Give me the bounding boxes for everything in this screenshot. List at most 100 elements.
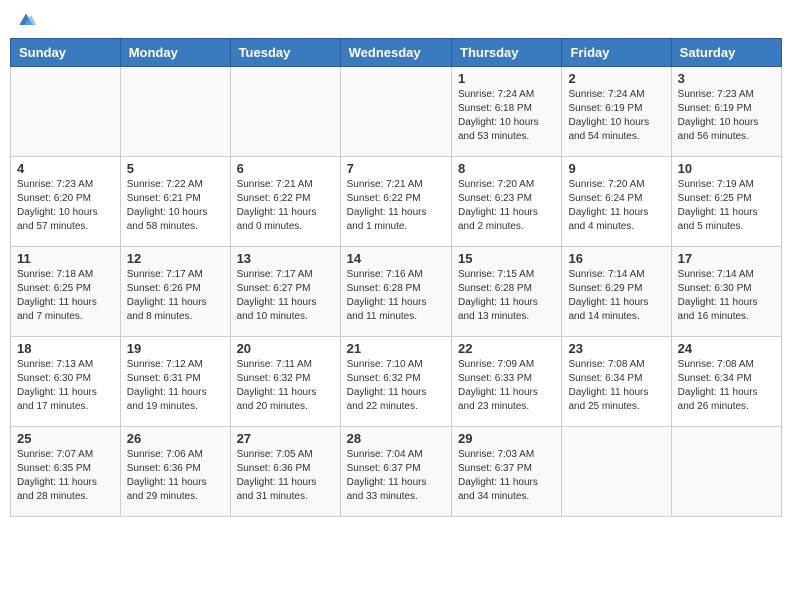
day-number: 21 — [347, 341, 445, 356]
day-number: 27 — [237, 431, 334, 446]
day-number: 2 — [568, 71, 664, 86]
day-info: Sunrise: 7:07 AM Sunset: 6:35 PM Dayligh… — [17, 448, 114, 504]
page-header — [10, 10, 782, 30]
day-info: Sunrise: 7:19 AM Sunset: 6:25 PM Dayligh… — [678, 178, 775, 234]
calendar-cell: 11 Sunrise: 7:18 AM Sunset: 6:25 PM Dayli… — [11, 247, 121, 337]
day-info: Sunrise: 7:23 AM Sunset: 6:19 PM Dayligh… — [678, 88, 775, 144]
day-number: 9 — [568, 161, 664, 176]
calendar-cell: 1 Sunrise: 7:24 AM Sunset: 6:18 PM Daylig… — [452, 67, 562, 157]
calendar-cell — [120, 67, 230, 157]
day-number: 14 — [347, 251, 445, 266]
day-info: Sunrise: 7:12 AM Sunset: 6:31 PM Dayligh… — [127, 358, 224, 414]
calendar-cell: 18 Sunrise: 7:13 AM Sunset: 6:30 PM Dayli… — [11, 337, 121, 427]
calendar-cell: 26 Sunrise: 7:06 AM Sunset: 6:36 PM Dayli… — [120, 427, 230, 517]
weekday-header-wednesday: Wednesday — [340, 39, 451, 67]
day-number: 25 — [17, 431, 114, 446]
day-info: Sunrise: 7:06 AM Sunset: 6:36 PM Dayligh… — [127, 448, 224, 504]
day-number: 13 — [237, 251, 334, 266]
calendar-cell: 9 Sunrise: 7:20 AM Sunset: 6:24 PM Daylig… — [562, 157, 671, 247]
day-info: Sunrise: 7:08 AM Sunset: 6:34 PM Dayligh… — [678, 358, 775, 414]
day-info: Sunrise: 7:21 AM Sunset: 6:22 PM Dayligh… — [237, 178, 334, 234]
weekday-header-thursday: Thursday — [452, 39, 562, 67]
calendar-cell: 16 Sunrise: 7:14 AM Sunset: 6:29 PM Dayli… — [562, 247, 671, 337]
calendar-cell: 7 Sunrise: 7:21 AM Sunset: 6:22 PM Daylig… — [340, 157, 451, 247]
weekday-header-saturday: Saturday — [671, 39, 781, 67]
calendar-cell — [11, 67, 121, 157]
day-info: Sunrise: 7:17 AM Sunset: 6:26 PM Dayligh… — [127, 268, 224, 324]
calendar-cell — [562, 427, 671, 517]
day-number: 12 — [127, 251, 224, 266]
day-info: Sunrise: 7:09 AM Sunset: 6:33 PM Dayligh… — [458, 358, 555, 414]
day-number: 7 — [347, 161, 445, 176]
day-info: Sunrise: 7:24 AM Sunset: 6:18 PM Dayligh… — [458, 88, 555, 144]
weekday-header-monday: Monday — [120, 39, 230, 67]
day-number: 19 — [127, 341, 224, 356]
calendar-cell — [671, 427, 781, 517]
calendar-cell — [230, 67, 340, 157]
day-number: 6 — [237, 161, 334, 176]
day-number: 22 — [458, 341, 555, 356]
calendar-cell: 20 Sunrise: 7:11 AM Sunset: 6:32 PM Dayli… — [230, 337, 340, 427]
day-info: Sunrise: 7:15 AM Sunset: 6:28 PM Dayligh… — [458, 268, 555, 324]
day-info: Sunrise: 7:16 AM Sunset: 6:28 PM Dayligh… — [347, 268, 445, 324]
logo — [14, 10, 38, 30]
day-info: Sunrise: 7:13 AM Sunset: 6:30 PM Dayligh… — [17, 358, 114, 414]
calendar-cell: 21 Sunrise: 7:10 AM Sunset: 6:32 PM Dayli… — [340, 337, 451, 427]
calendar-cell: 27 Sunrise: 7:05 AM Sunset: 6:36 PM Dayli… — [230, 427, 340, 517]
day-info: Sunrise: 7:03 AM Sunset: 6:37 PM Dayligh… — [458, 448, 555, 504]
calendar-cell: 10Sunrise: 7:19 AM Sunset: 6:25 PM Dayli… — [671, 157, 781, 247]
day-info: Sunrise: 7:08 AM Sunset: 6:34 PM Dayligh… — [568, 358, 664, 414]
day-number: 4 — [17, 161, 114, 176]
day-info: Sunrise: 7:11 AM Sunset: 6:32 PM Dayligh… — [237, 358, 334, 414]
calendar-cell: 28Sunrise: 7:04 AM Sunset: 6:37 PM Dayli… — [340, 427, 451, 517]
day-info: Sunrise: 7:21 AM Sunset: 6:22 PM Dayligh… — [347, 178, 445, 234]
calendar-cell: 22 Sunrise: 7:09 AM Sunset: 6:33 PM Dayli… — [452, 337, 562, 427]
day-info: Sunrise: 7:17 AM Sunset: 6:27 PM Dayligh… — [237, 268, 334, 324]
calendar-cell — [340, 67, 451, 157]
calendar-cell: 19 Sunrise: 7:12 AM Sunset: 6:31 PM Dayli… — [120, 337, 230, 427]
calendar-cell: 29Sunrise: 7:03 AM Sunset: 6:37 PM Dayli… — [452, 427, 562, 517]
calendar-cell: 3 Sunrise: 7:23 AM Sunset: 6:19 PM Daylig… — [671, 67, 781, 157]
calendar-cell: 5 Sunrise: 7:22 AM Sunset: 6:21 PM Daylig… — [120, 157, 230, 247]
day-number: 26 — [127, 431, 224, 446]
day-number: 17 — [678, 251, 775, 266]
logo-icon — [16, 10, 36, 30]
day-number: 3 — [678, 71, 775, 86]
day-number: 5 — [127, 161, 224, 176]
weekday-header-row: SundayMondayTuesdayWednesdayThursdayFrid… — [11, 39, 782, 67]
calendar-cell: 4 Sunrise: 7:23 AM Sunset: 6:20 PM Daylig… — [11, 157, 121, 247]
day-number: 16 — [568, 251, 664, 266]
calendar-cell: 25 Sunrise: 7:07 AM Sunset: 6:35 PM Dayli… — [11, 427, 121, 517]
calendar-cell: 8 Sunrise: 7:20 AM Sunset: 6:23 PM Daylig… — [452, 157, 562, 247]
day-number: 1 — [458, 71, 555, 86]
day-info: Sunrise: 7:10 AM Sunset: 6:32 PM Dayligh… — [347, 358, 445, 414]
day-number: 18 — [17, 341, 114, 356]
day-info: Sunrise: 7:24 AM Sunset: 6:19 PM Dayligh… — [568, 88, 664, 144]
calendar-table: SundayMondayTuesdayWednesdayThursdayFrid… — [10, 38, 782, 517]
calendar-cell: 12 Sunrise: 7:17 AM Sunset: 6:26 PM Dayli… — [120, 247, 230, 337]
calendar-week-row: 25 Sunrise: 7:07 AM Sunset: 6:35 PM Dayli… — [11, 427, 782, 517]
day-number: 8 — [458, 161, 555, 176]
day-info: Sunrise: 7:22 AM Sunset: 6:21 PM Dayligh… — [127, 178, 224, 234]
calendar-cell: 17 Sunrise: 7:14 AM Sunset: 6:30 PM Dayli… — [671, 247, 781, 337]
calendar-week-row: 18 Sunrise: 7:13 AM Sunset: 6:30 PM Dayli… — [11, 337, 782, 427]
calendar-cell: 24Sunrise: 7:08 AM Sunset: 6:34 PM Dayli… — [671, 337, 781, 427]
day-number: 20 — [237, 341, 334, 356]
day-info: Sunrise: 7:20 AM Sunset: 6:24 PM Dayligh… — [568, 178, 664, 234]
day-number: 23 — [568, 341, 664, 356]
day-number: 11 — [17, 251, 114, 266]
day-info: Sunrise: 7:23 AM Sunset: 6:20 PM Dayligh… — [17, 178, 114, 234]
calendar-cell: 2 Sunrise: 7:24 AM Sunset: 6:19 PM Daylig… — [562, 67, 671, 157]
weekday-header-friday: Friday — [562, 39, 671, 67]
calendar-week-row: 4 Sunrise: 7:23 AM Sunset: 6:20 PM Daylig… — [11, 157, 782, 247]
day-info: Sunrise: 7:14 AM Sunset: 6:30 PM Dayligh… — [678, 268, 775, 324]
day-info: Sunrise: 7:04 AM Sunset: 6:37 PM Dayligh… — [347, 448, 445, 504]
calendar-cell: 15 Sunrise: 7:15 AM Sunset: 6:28 PM Dayli… — [452, 247, 562, 337]
day-info: Sunrise: 7:20 AM Sunset: 6:23 PM Dayligh… — [458, 178, 555, 234]
day-info: Sunrise: 7:18 AM Sunset: 6:25 PM Dayligh… — [17, 268, 114, 324]
day-info: Sunrise: 7:05 AM Sunset: 6:36 PM Dayligh… — [237, 448, 334, 504]
day-info: Sunrise: 7:14 AM Sunset: 6:29 PM Dayligh… — [568, 268, 664, 324]
calendar-week-row: 11 Sunrise: 7:18 AM Sunset: 6:25 PM Dayli… — [11, 247, 782, 337]
day-number: 15 — [458, 251, 555, 266]
calendar-week-row: 1 Sunrise: 7:24 AM Sunset: 6:18 PM Daylig… — [11, 67, 782, 157]
